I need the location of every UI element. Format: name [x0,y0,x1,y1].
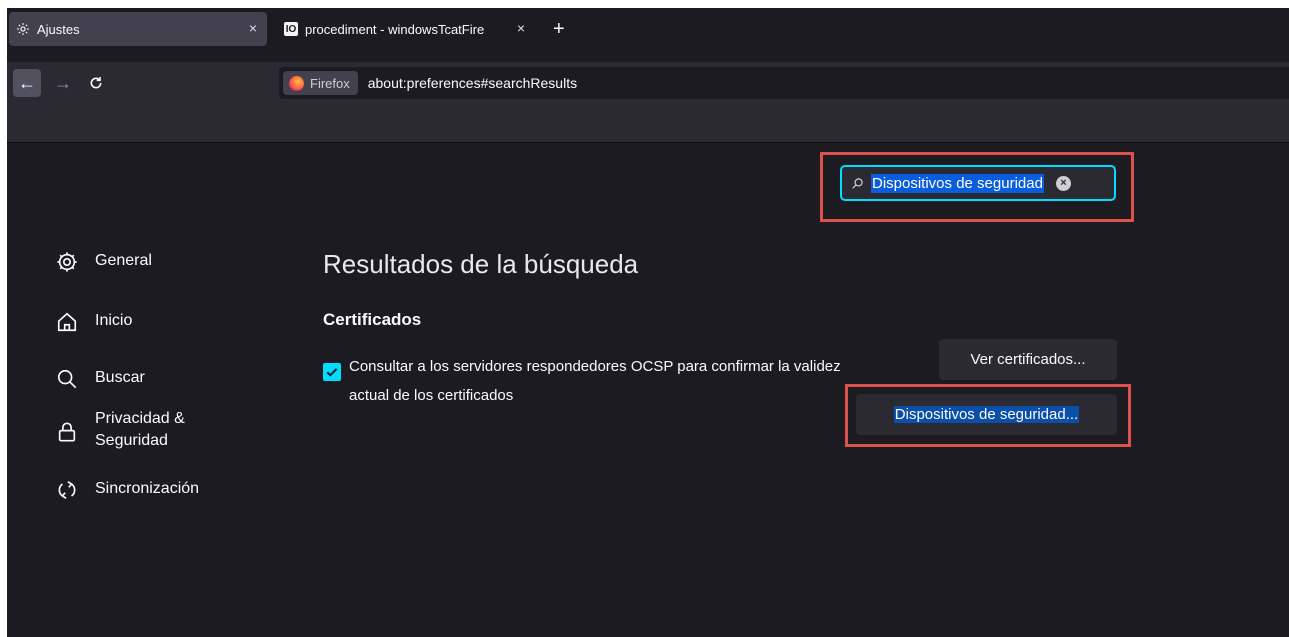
url-bar[interactable]: Firefox about:preferences#searchResults [279,67,1289,99]
tab-label: procediment - windowsTcatFire [305,21,485,37]
annotation-box-search [820,152,1134,222]
bookmarks-toolbar [7,104,1289,143]
gear-icon [15,21,31,37]
sidebar-item-inicio[interactable]: Inicio [55,310,215,334]
reload-button[interactable] [82,69,110,97]
tab-strip: Ajustes × IO procediment - windowsTcatFi… [7,8,1289,50]
ocsp-checkbox-label[interactable]: Consultar a los servidores respondedores… [349,352,869,410]
url-text[interactable]: about:preferences#searchResults [368,75,577,91]
sidebar-item-label: Inicio [95,312,133,329]
search-icon [55,367,79,391]
view-certificates-button[interactable]: Ver certificados... [939,339,1117,380]
reload-icon [90,77,102,89]
navigation-bar: ← → Firefox about:preferences#searchResu… [7,62,1289,104]
tab-ajustes[interactable]: Ajustes × [9,12,267,46]
firefox-logo-icon [289,75,304,91]
annotation-box-security-devices [845,384,1131,447]
sidebar-item-label: Privacidad & Seguridad [95,410,185,449]
sidebar-item-label: Buscar [95,369,145,386]
sidebar-item-label: Sincronización [95,480,200,497]
identity-label: Firefox [310,75,350,91]
site-favicon-icon: IO [284,22,298,36]
sidebar-item-sincronizacion[interactable]: Sincronización [55,478,215,502]
sidebar-item-buscar[interactable]: Buscar [55,367,215,391]
close-icon[interactable]: × [517,20,525,36]
preferences-page: Dispositivos de seguridad × General Inic… [7,143,1289,637]
page-title: Resultados de la búsqueda [323,249,639,279]
forward-button[interactable]: → [49,69,77,97]
home-icon [55,310,79,334]
sync-icon [55,478,79,502]
section-title: Certificados [323,310,422,329]
ocsp-checkbox[interactable] [323,363,341,381]
gear-icon [55,250,79,274]
close-icon[interactable]: × [249,20,257,36]
back-button[interactable]: ← [13,69,41,97]
lock-icon [55,420,79,444]
identity-box[interactable]: Firefox [283,71,358,95]
tab-procediment[interactable]: IO procediment - windowsTcatFire × [275,12,543,46]
sidebar-item-general[interactable]: General [55,250,215,274]
new-tab-button[interactable]: + [553,19,565,39]
sidebar-item-privacidad[interactable]: Privacidad & Seguridad [55,408,215,452]
tab-label: Ajustes [37,21,80,37]
browser-window: Ajustes × IO procediment - windowsTcatFi… [7,8,1289,637]
checkmark-icon [326,368,338,377]
sidebar-item-label: General [95,252,152,269]
